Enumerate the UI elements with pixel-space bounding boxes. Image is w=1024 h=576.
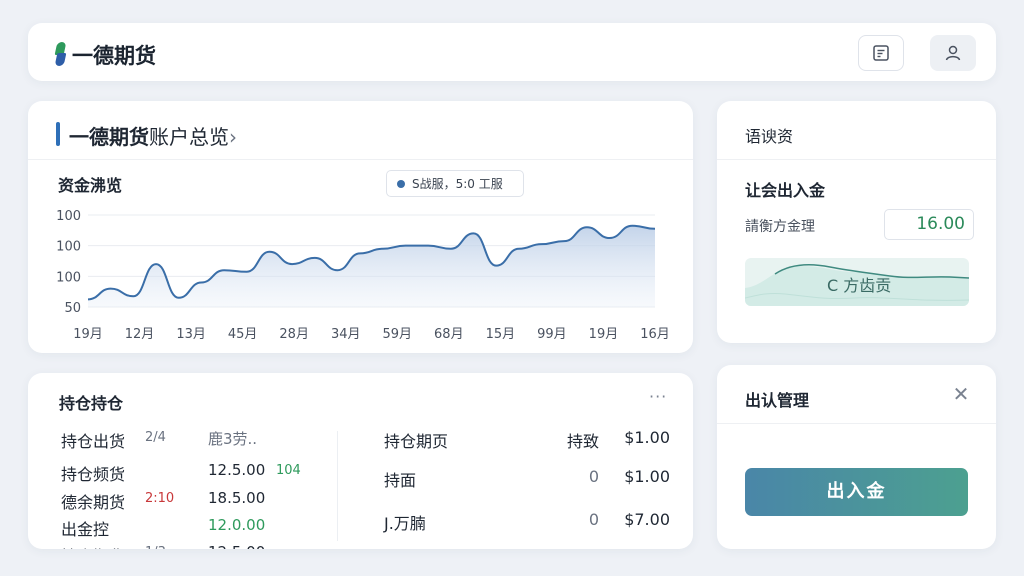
x-tick-label: 19月 [73, 327, 103, 342]
brand-name: 一德期货 [72, 44, 156, 68]
position-tag: 2:10 [145, 491, 175, 506]
position-name: 出金控 [61, 520, 110, 539]
overview-title-text: 账户总览 [149, 125, 229, 149]
funds-card: 语谀资 让会出入金 請衡方金理 16.00 C 方齿贡 [717, 101, 996, 343]
column-divider [337, 431, 338, 541]
amount-field[interactable]: 16.00 [884, 209, 974, 240]
position-name: 持仓频货 [61, 465, 126, 484]
position-amount: $7.00 [624, 510, 670, 529]
app-header: 一德期货 [28, 23, 996, 81]
transfer-title: 出认管理 [745, 391, 810, 410]
x-tick-label: 16月 [640, 327, 670, 342]
position-value: 鹿3劳.. [208, 430, 258, 448]
position-value: 18.5.00 [208, 489, 266, 507]
x-tick-label: 13月 [176, 327, 206, 342]
banner-text: C 方齿贡 [827, 276, 892, 295]
funds-title: 语谀资 [745, 127, 794, 146]
x-tick-label: 34月 [331, 327, 361, 342]
x-tick-label: 68月 [434, 327, 464, 342]
legend-dot-icon [397, 179, 405, 188]
document-icon [873, 45, 889, 61]
x-tick-label: 99月 [537, 327, 567, 342]
position-name: 持仓期页 [384, 432, 449, 451]
logo-icon [54, 42, 67, 66]
divider [717, 423, 996, 424]
position-change: 104 [276, 463, 301, 478]
x-tick-label: 45月 [228, 327, 258, 342]
divider [28, 159, 693, 160]
account-overview-card: 一德期货账户总览› 资金沸览 S战服，5:0 工服 100 100 100 50 19月… [28, 101, 693, 353]
positions-card: 持仓持仓 ··· 持仓出货 2/4 鹿3劳.. 持仓频货 12.5.00 104 德余期货 2… [28, 373, 693, 549]
position-value: 12.5.00 [208, 461, 266, 479]
x-tick-label: 28月 [279, 327, 309, 342]
document-button[interactable] [858, 35, 904, 71]
funds-transfer-card: 出认管理 ✕ 出入金 [717, 365, 996, 549]
x-tick-label: 19月 [589, 327, 619, 342]
position-name: J.万腩 [384, 514, 426, 533]
position-value: 12.5.00 [208, 543, 265, 549]
y-tick-label: 100 [56, 209, 81, 224]
position-name: 持仓出货 [61, 432, 126, 451]
balance-chart: 100 100 100 50 19月 12月 13月 45月 28月 34月 59月 68月 15月 99… [56, 209, 670, 342]
y-tick-label: 100 [56, 270, 81, 285]
amount-label: 請衡方金理 [745, 219, 815, 235]
position-value: 12.0.00 [208, 516, 266, 534]
user-icon [945, 45, 961, 61]
position-amount: $1.00 [624, 428, 670, 447]
position-name: 持仓期货 [61, 543, 125, 549]
position-amount: $1.00 [624, 467, 670, 486]
position-tag: 1/3 [145, 545, 166, 549]
x-tick-label: 59月 [382, 327, 412, 342]
legend-label: S战服，5:0 工服 [412, 177, 503, 191]
divider [717, 159, 996, 160]
funds-banner[interactable]: C 方齿贡 [745, 258, 969, 306]
positions-title: 持仓持仓 [59, 394, 124, 413]
position-name: 持面 [384, 471, 417, 490]
y-tick-label: 100 [56, 240, 81, 255]
deposit-withdraw-button[interactable]: 出入金 [745, 468, 968, 516]
chart-title: 资金沸览 [58, 176, 123, 195]
title-accent [56, 122, 60, 146]
x-tick-label: 15月 [486, 327, 516, 342]
close-icon[interactable]: ✕ [950, 383, 972, 405]
position-quantity: 0 [588, 510, 599, 529]
user-button[interactable] [930, 35, 976, 71]
position-quantity: 0 [588, 467, 599, 486]
overview-title-brand: 一德期货 [69, 125, 149, 149]
funds-subtitle: 让会出入金 [745, 181, 826, 200]
more-options-icon[interactable]: ··· [649, 387, 667, 406]
position-quantity: 持致 [566, 432, 599, 451]
position-name: 德余期货 [61, 493, 126, 512]
chevron-right-icon: › [229, 125, 237, 149]
position-tag: 2/4 [145, 430, 166, 445]
x-tick-label: 12月 [125, 327, 155, 342]
y-tick-label: 50 [64, 301, 81, 316]
overview-title[interactable]: 一德期货账户总览› [69, 121, 237, 150]
chart-legend[interactable]: S战服，5:0 工服 [386, 170, 524, 197]
